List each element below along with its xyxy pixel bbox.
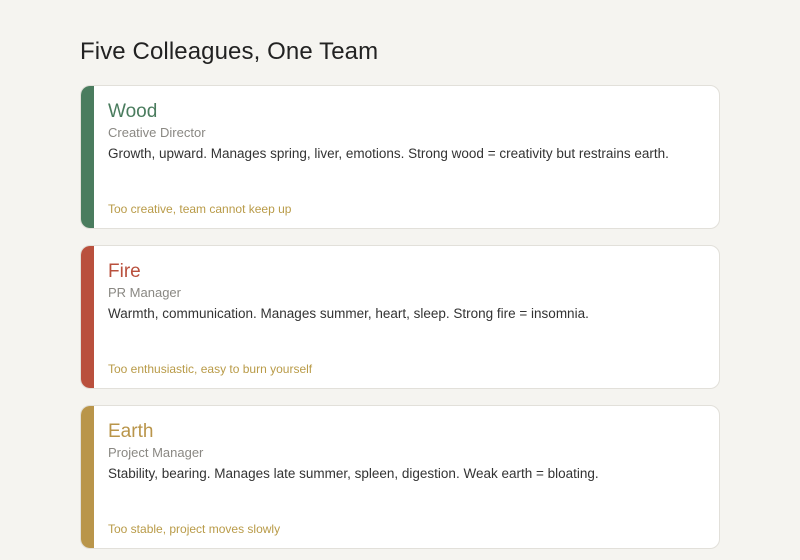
card-accent-bar xyxy=(81,86,94,228)
page-title: Five Colleagues, One Team xyxy=(80,38,379,65)
card-accent-bar xyxy=(81,406,94,548)
card-warning: Too enthusiastic, easy to burn yourself xyxy=(108,362,313,376)
card-name: Earth xyxy=(108,421,154,442)
card-role: PR Manager xyxy=(108,285,181,300)
card-earth: Earth Project Manager Stability, bearing… xyxy=(80,405,720,549)
card-warning: Too creative, team cannot keep up xyxy=(108,202,292,216)
card-name: Wood xyxy=(108,101,158,122)
card-role: Creative Director xyxy=(108,125,206,140)
card-description: Warmth, communication. Manages summer, h… xyxy=(108,306,589,321)
card-description: Growth, upward. Manages spring, liver, e… xyxy=(108,146,669,161)
card-warning: Too stable, project moves slowly xyxy=(108,522,281,536)
card-name: Fire xyxy=(108,261,141,282)
card-role: Project Manager xyxy=(108,445,204,460)
card-description: Stability, bearing. Manages late summer,… xyxy=(108,466,599,481)
card-accent-bar xyxy=(81,246,94,388)
card-fire: Fire PR Manager Warmth, communication. M… xyxy=(80,245,720,389)
card-wood: Wood Creative Director Growth, upward. M… xyxy=(80,85,720,229)
